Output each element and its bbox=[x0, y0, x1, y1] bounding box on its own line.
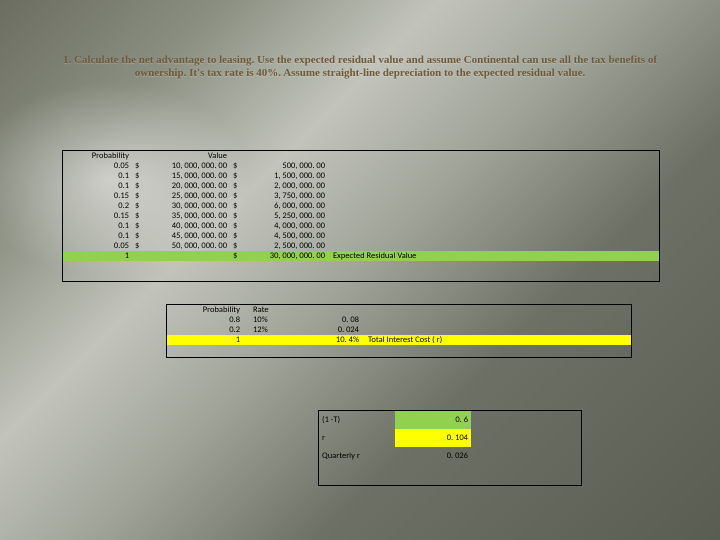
cell-label: r bbox=[319, 429, 395, 447]
cell-currency: $ bbox=[229, 211, 245, 221]
cell-total-rate: 10. 4% bbox=[306, 335, 362, 345]
table-row: 0.2 12% 0. 024 bbox=[167, 325, 631, 335]
cell-value: 25, 000, 000. 00 bbox=[147, 191, 229, 201]
cell-currency: $ bbox=[131, 211, 147, 221]
cell-prob: 0.1 bbox=[63, 181, 131, 191]
cell-total-prob: 1 bbox=[167, 335, 243, 345]
cell-currency: $ bbox=[229, 161, 245, 171]
table-row: (1 -T) 0. 6 bbox=[319, 411, 581, 429]
cell-prob: 0.2 bbox=[167, 325, 243, 335]
cell-currency: $ bbox=[131, 231, 147, 241]
cell-weighted: 5, 250, 000. 00 bbox=[245, 211, 327, 221]
cell-currency: $ bbox=[229, 181, 245, 191]
summary-table: (1 -T) 0. 6 r 0. 104 Quarterly r 0. 026 bbox=[319, 411, 581, 465]
cell-prob: 0.1 bbox=[63, 231, 131, 241]
summary-panel: (1 -T) 0. 6 r 0. 104 Quarterly r 0. 026 bbox=[318, 410, 582, 486]
cell-weighted: 500, 000. 00 bbox=[245, 161, 327, 171]
cell-prob: 0.05 bbox=[63, 241, 131, 251]
table-row: 0.2$30, 000, 000. 00$6, 000, 000. 00 bbox=[63, 201, 659, 211]
cell-prob: 0.15 bbox=[63, 191, 131, 201]
table-row: 0.1$20, 000, 000. 00$2, 000, 000. 00 bbox=[63, 181, 659, 191]
table-row: 0.8 10% 0. 08 bbox=[167, 315, 631, 325]
cell-currency: $ bbox=[131, 221, 147, 231]
table-row: 0.1$40, 000, 000. 00$4, 000, 000. 00 bbox=[63, 221, 659, 231]
table-row: 0.15$35, 000, 000. 00$5, 250, 000. 00 bbox=[63, 211, 659, 221]
cell-total-rate-label: Total Interest Cost ( r) bbox=[362, 335, 631, 345]
cell-currency: $ bbox=[131, 201, 147, 211]
cell-currency: $ bbox=[229, 251, 245, 261]
cell-prob: 0.2 bbox=[63, 201, 131, 211]
cell-currency: $ bbox=[229, 171, 245, 181]
table-total-row: 1 $ 30, 000, 000. 00 Expected Residual V… bbox=[63, 251, 659, 261]
cell-currency: $ bbox=[229, 241, 245, 251]
cell-value: 0. 026 bbox=[395, 447, 471, 465]
cell-weighted: 1, 500, 000. 00 bbox=[245, 171, 327, 181]
cell-expected-residual-label: Expected Residual Value bbox=[327, 251, 659, 261]
cell-value: 15, 000, 000. 00 bbox=[147, 171, 229, 181]
table-row: 0.05$10, 000, 000. 00$500, 000. 00 bbox=[63, 161, 659, 171]
slide-title: 1. Calculate the net advantage to leasin… bbox=[40, 54, 680, 80]
table-row: 0.1$45, 000, 000. 00$4, 500, 000. 00 bbox=[63, 231, 659, 241]
cell-currency: $ bbox=[131, 181, 147, 191]
cell-value: 0. 6 bbox=[395, 411, 471, 429]
slide-background: 1. Calculate the net advantage to leasin… bbox=[0, 0, 720, 540]
cell-prob: 0.15 bbox=[63, 211, 131, 221]
table-row: 0.05$50, 000, 000. 00$2, 500, 000. 00 bbox=[63, 241, 659, 251]
cell-value: 20, 000, 000. 00 bbox=[147, 181, 229, 191]
col-header-probability: Probability bbox=[167, 305, 243, 315]
cell-rate: 10% bbox=[243, 315, 306, 325]
cell-currency: $ bbox=[131, 191, 147, 201]
interest-rate-table-panel: Probability Rate 0.8 10% 0. 08 0.2 12% 0… bbox=[166, 304, 632, 358]
cell-value: 35, 000, 000. 00 bbox=[147, 211, 229, 221]
cell-expected-residual: 30, 000, 000. 00 bbox=[245, 251, 327, 261]
cell-currency: $ bbox=[131, 161, 147, 171]
cell-weighted: 2, 000, 000. 00 bbox=[245, 181, 327, 191]
cell-total-prob: 1 bbox=[63, 251, 131, 261]
table-total-row: 1 10. 4% Total Interest Cost ( r) bbox=[167, 335, 631, 345]
cell-weighted: 2, 500, 000. 00 bbox=[245, 241, 327, 251]
cell-value: 10, 000, 000. 00 bbox=[147, 161, 229, 171]
table-header-row: Probability Value bbox=[63, 151, 659, 161]
cell-currency: $ bbox=[229, 201, 245, 211]
table-row: Quarterly r 0. 026 bbox=[319, 447, 581, 465]
cell-prob: 0.8 bbox=[167, 315, 243, 325]
cell-label: Quarterly r bbox=[319, 447, 395, 465]
col-header-probability: Probability bbox=[63, 151, 131, 161]
residual-value-table-panel: Probability Value 0.05$10, 000, 000. 00$… bbox=[62, 150, 660, 282]
cell-prob: 0.05 bbox=[63, 161, 131, 171]
cell-weighted: 3, 750, 000. 00 bbox=[245, 191, 327, 201]
cell-value: 45, 000, 000. 00 bbox=[147, 231, 229, 241]
cell-weighted: 6, 000, 000. 00 bbox=[245, 201, 327, 211]
cell-value: 30, 000, 000. 00 bbox=[147, 201, 229, 211]
col-header-value: Value bbox=[147, 151, 229, 161]
cell-value: 50, 000, 000. 00 bbox=[147, 241, 229, 251]
cell-weighted: 4, 000, 000. 00 bbox=[245, 221, 327, 231]
cell-weighted: 4, 500, 000. 00 bbox=[245, 231, 327, 241]
table-row: 0.15$25, 000, 000. 00$3, 750, 000. 00 bbox=[63, 191, 659, 201]
table-row: r 0. 104 bbox=[319, 429, 581, 447]
table-header-row: Probability Rate bbox=[167, 305, 631, 315]
cell-prob: 0.1 bbox=[63, 221, 131, 231]
cell-currency: $ bbox=[229, 221, 245, 231]
cell-weighted: 0. 08 bbox=[306, 315, 362, 325]
interest-rate-table: Probability Rate 0.8 10% 0. 08 0.2 12% 0… bbox=[167, 305, 631, 345]
residual-value-table: Probability Value 0.05$10, 000, 000. 00$… bbox=[63, 151, 659, 261]
cell-currency: $ bbox=[229, 231, 245, 241]
cell-currency: $ bbox=[131, 171, 147, 181]
cell-weighted: 0. 024 bbox=[306, 325, 362, 335]
cell-currency: $ bbox=[229, 191, 245, 201]
cell-rate: 12% bbox=[243, 325, 306, 335]
cell-prob: 0.1 bbox=[63, 171, 131, 181]
cell-label: (1 -T) bbox=[319, 411, 395, 429]
cell-currency: $ bbox=[131, 241, 147, 251]
cell-value: 40, 000, 000. 00 bbox=[147, 221, 229, 231]
table-row: 0.1$15, 000, 000. 00$1, 500, 000. 00 bbox=[63, 171, 659, 181]
cell-value: 0. 104 bbox=[395, 429, 471, 447]
col-header-rate: Rate bbox=[243, 305, 306, 315]
